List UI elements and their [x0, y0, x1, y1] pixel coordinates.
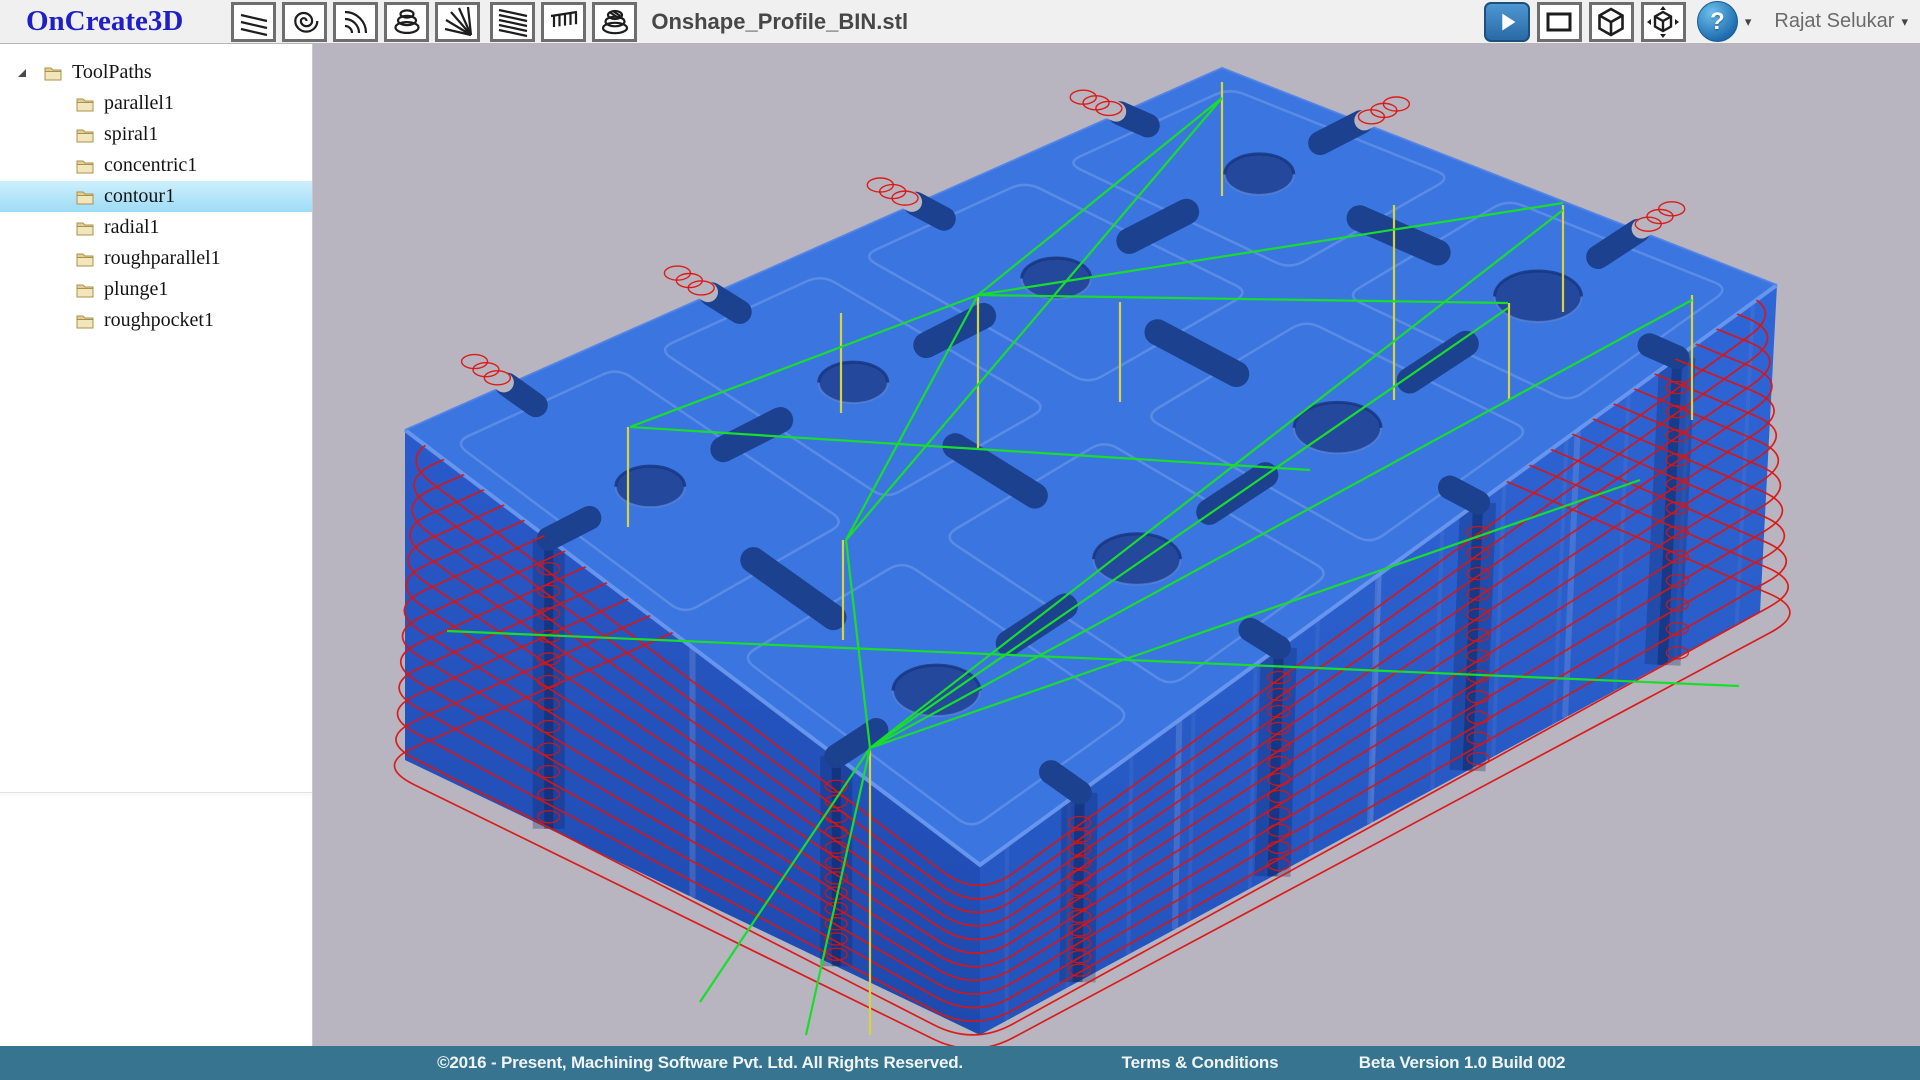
fit-icon-glyph: .f{fill:#1d1d1d;stroke:none}	[1647, 6, 1679, 38]
tree-expander-icon[interactable]	[16, 67, 28, 79]
folder-icon	[74, 312, 96, 330]
concentric-icon-glyph	[340, 6, 372, 38]
help-button[interactable]: ?	[1697, 1, 1738, 42]
tree-item-label: spiral1	[104, 123, 158, 146]
rough-parallel-toolpath-icon[interactable]	[490, 2, 535, 42]
help-icon: ?	[1710, 8, 1725, 36]
tree-item-parallel1[interactable]: parallel1	[0, 88, 312, 119]
parallel-toolpath-icon[interactable]	[231, 2, 276, 42]
tree-item-label: radial1	[104, 216, 160, 239]
tree-item-label: plunge1	[104, 278, 168, 301]
parallel-icon-glyph	[238, 6, 270, 38]
tree-item-roughparallel1[interactable]: roughparallel1	[0, 243, 312, 274]
help-caret-icon[interactable]: ▾	[1745, 14, 1752, 30]
tree-item-radial1[interactable]: radial1	[0, 212, 312, 243]
toolpaths-tree: ToolPaths parallel1 spiral1 concentric1 cont…	[0, 44, 312, 336]
folder-icon	[74, 281, 96, 299]
header-toolbar: OnCreate3D Onshape_Profile_BIN.stl .f{fi…	[0, 0, 1920, 44]
fit-view-button[interactable]: .f{fill:#1d1d1d;stroke:none}	[1641, 2, 1686, 42]
folder-icon	[74, 95, 96, 113]
tree-item-contour1[interactable]: contour1	[0, 181, 312, 212]
view-controls-group: .f{fill:#1d1d1d;stroke:none} ? ▾ Rajat S…	[1484, 1, 1908, 42]
copyright-text: ©2016 - Present, Machining Software Pvt.…	[437, 1053, 963, 1073]
rough-toolpath-group	[490, 2, 637, 42]
view-3d-button[interactable]	[1589, 2, 1634, 42]
view-buttons: .f{fill:#1d1d1d;stroke:none}	[1537, 2, 1686, 42]
scene-svg	[313, 44, 1920, 1046]
folder-icon	[42, 64, 64, 82]
tree-item-label: parallel1	[104, 92, 174, 115]
concentric-toolpath-icon[interactable]	[333, 2, 378, 42]
sidebar-divider	[0, 792, 312, 796]
plunge-toolpath-icon[interactable]	[541, 2, 586, 42]
tree-item-label: concentric1	[104, 154, 197, 177]
app-window: OnCreate3D Onshape_Profile_BIN.stl .f{fi…	[0, 0, 1920, 1080]
user-caret-icon: ▾	[1901, 14, 1908, 30]
tree-item-spiral1[interactable]: spiral1	[0, 119, 312, 150]
tree-item-label: ToolPaths	[72, 61, 152, 84]
folder-icon	[74, 126, 96, 144]
app-logo: OnCreate3D	[26, 5, 183, 38]
spiral-icon-glyph	[289, 6, 321, 38]
tree-item-roughpocket1[interactable]: roughpocket1	[0, 305, 312, 336]
tree-item-concentric1[interactable]: concentric1	[0, 150, 312, 181]
spiral-toolpath-icon[interactable]	[282, 2, 327, 42]
play-icon	[1492, 7, 1522, 37]
viewport-3d[interactable]	[313, 44, 1920, 1046]
folder-icon	[74, 219, 96, 237]
contour-toolpath-icon[interactable]	[384, 2, 429, 42]
open-filename: Onshape_Profile_BIN.stl	[651, 9, 908, 35]
folder-icon	[74, 250, 96, 268]
folder-icon	[74, 157, 96, 175]
tree-item-label: roughpocket1	[104, 309, 214, 332]
view-2d-button[interactable]	[1537, 2, 1582, 42]
toolpaths-panel: ToolPaths parallel1 spiral1 concentric1 cont…	[0, 44, 313, 1046]
roughparallel-icon-glyph	[497, 6, 529, 38]
view3d-icon-glyph	[1595, 6, 1627, 38]
contour-icon-glyph	[391, 6, 423, 38]
radial-icon-glyph	[442, 6, 474, 38]
finish-toolpath-group	[231, 2, 480, 42]
version-text: Beta Version 1.0 Build 002	[1359, 1053, 1565, 1073]
tree-item-toolpaths-root[interactable]: ToolPaths	[0, 57, 312, 88]
rough-pocket-toolpath-icon[interactable]	[592, 2, 637, 42]
tree-item-label: contour1	[104, 185, 175, 208]
roughpocket-icon-glyph	[599, 6, 631, 38]
user-name: Rajat Selukar	[1774, 10, 1894, 33]
tree-item-label: roughparallel1	[104, 247, 221, 270]
radial-toolpath-icon[interactable]	[435, 2, 480, 42]
folder-icon	[74, 188, 96, 206]
view2d-icon-glyph	[1543, 6, 1575, 38]
plunge-icon-glyph	[548, 6, 580, 38]
terms-link[interactable]: Terms & Conditions	[1122, 1053, 1279, 1073]
footer-bar: ©2016 - Present, Machining Software Pvt.…	[0, 1046, 1920, 1080]
user-menu[interactable]: Rajat Selukar ▾	[1774, 10, 1908, 33]
tree-item-plunge1[interactable]: plunge1	[0, 274, 312, 305]
simulate-button[interactable]	[1484, 2, 1530, 42]
